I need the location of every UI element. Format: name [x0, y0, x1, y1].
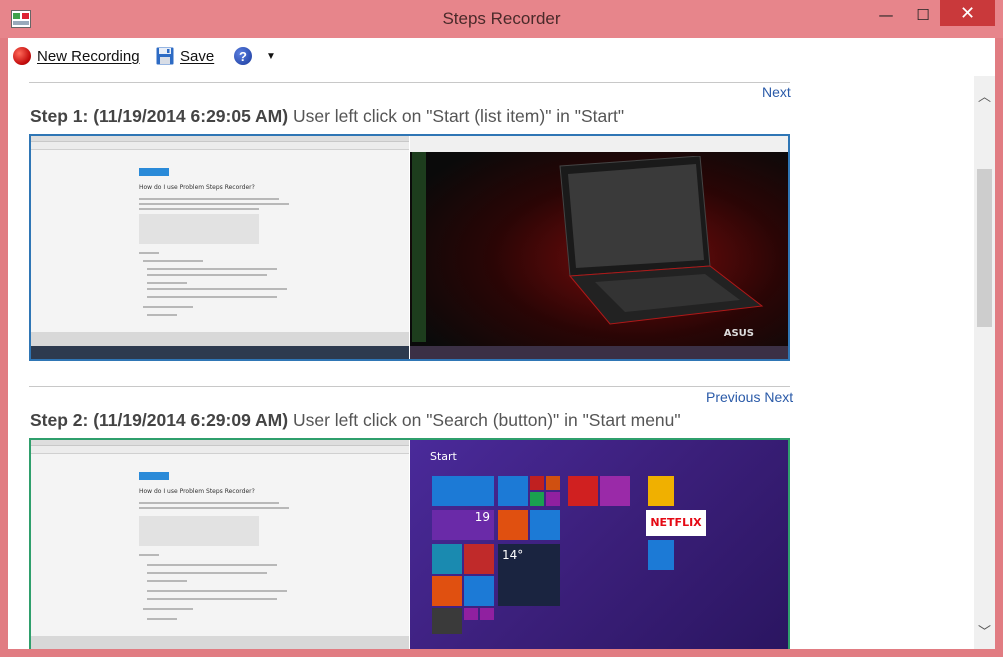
taskbar [410, 346, 788, 359]
step-2-label: Step 2: (11/19/2014 6:29:09 AM) [30, 410, 289, 430]
next-link[interactable]: Next [762, 84, 791, 100]
minimize-icon: — [878, 6, 894, 24]
step-2-screenshot[interactable]: How do I use Problem Steps Recorder? Sta [29, 438, 790, 649]
browser-pane: How do I use Problem Steps Recorder? [31, 440, 409, 649]
scroll-down-icon[interactable]: ﹀ [974, 621, 995, 640]
scroll-thumb[interactable] [977, 169, 992, 327]
browser-pane: How do I use Problem Steps Recorder? [31, 136, 409, 359]
step-1-heading: Step 1: (11/19/2014 6:29:05 AM) User lef… [30, 106, 624, 127]
title-bar: Steps Recorder — ☐ ✕ [0, 0, 1003, 38]
steps-document: Next Step 1: (11/19/2014 6:29:05 AM) Use… [8, 76, 974, 649]
flipboard-tile [568, 476, 598, 506]
calendar-tile: 19 [432, 510, 494, 540]
ie-tile [498, 476, 528, 506]
doc-title: How do I use Problem Steps Recorder? [139, 488, 255, 495]
desktop-pane: ASUS [410, 136, 788, 359]
weather-tile: 14° [498, 544, 560, 606]
new-recording-label: New Recording [37, 47, 140, 65]
site-logo [139, 168, 169, 176]
maximize-icon: ☐ [916, 6, 930, 24]
scroll-up-icon[interactable]: ︿ [974, 86, 995, 105]
close-button[interactable]: ✕ [940, 0, 995, 26]
doc-title: How do I use Problem Steps Recorder? [139, 184, 255, 191]
vertical-scrollbar[interactable]: ︿ ﹀ [974, 76, 995, 649]
mail-tile [432, 476, 494, 506]
step-separator [29, 386, 790, 387]
brand-logo: ASUS [723, 328, 754, 339]
step-1-description: User left click on "Start (list item)" i… [292, 106, 625, 126]
laptop-image [559, 156, 764, 325]
site-logo [139, 472, 169, 480]
minimize-button[interactable]: — [866, 0, 906, 30]
taskbar [31, 346, 409, 359]
steps-recorder-window: Steps Recorder — ☐ ✕ New Recording Save … [0, 0, 1003, 657]
chevron-down-icon: ▼ [266, 50, 276, 62]
client-area: New Recording Save ? ▼ Next Step 1: (11/… [8, 38, 995, 649]
step-2-nav: Previous Next [706, 389, 793, 405]
new-recording-button[interactable]: New Recording [13, 47, 140, 65]
step-2-heading: Step 2: (11/19/2014 6:29:09 AM) User lef… [30, 410, 681, 431]
onedrive-tile [530, 510, 560, 540]
step-separator [29, 82, 790, 83]
save-button[interactable]: Save [156, 47, 214, 65]
start-screen-pane: Start 19 14° NETFLIX [410, 440, 788, 649]
floppy-disk-icon [156, 47, 174, 65]
start-label: Start [430, 450, 457, 463]
help-icon: ? [234, 47, 252, 65]
step-2-description: User left click on "Search (button)" in … [292, 410, 681, 430]
maximize-button[interactable]: ☐ [906, 0, 940, 30]
help-menu-button[interactable]: ? ▼ [234, 47, 276, 65]
window-title: Steps Recorder [442, 9, 561, 28]
skype-tile [464, 576, 494, 606]
step-1-screenshot[interactable]: How do I use Problem Steps Recorder? ASU… [29, 134, 790, 361]
save-label: Save [180, 47, 215, 65]
close-icon: ✕ [959, 2, 976, 24]
toolbar: New Recording Save ? ▼ [8, 38, 995, 76]
next-link[interactable]: Next [764, 389, 793, 405]
record-icon [13, 47, 31, 65]
step-1-nav: Next [762, 84, 791, 100]
netflix-tile: NETFLIX [646, 510, 706, 536]
previous-link[interactable]: Previous [706, 389, 760, 405]
step-1-label: Step 1: (11/19/2014 6:29:05 AM) [30, 106, 289, 126]
